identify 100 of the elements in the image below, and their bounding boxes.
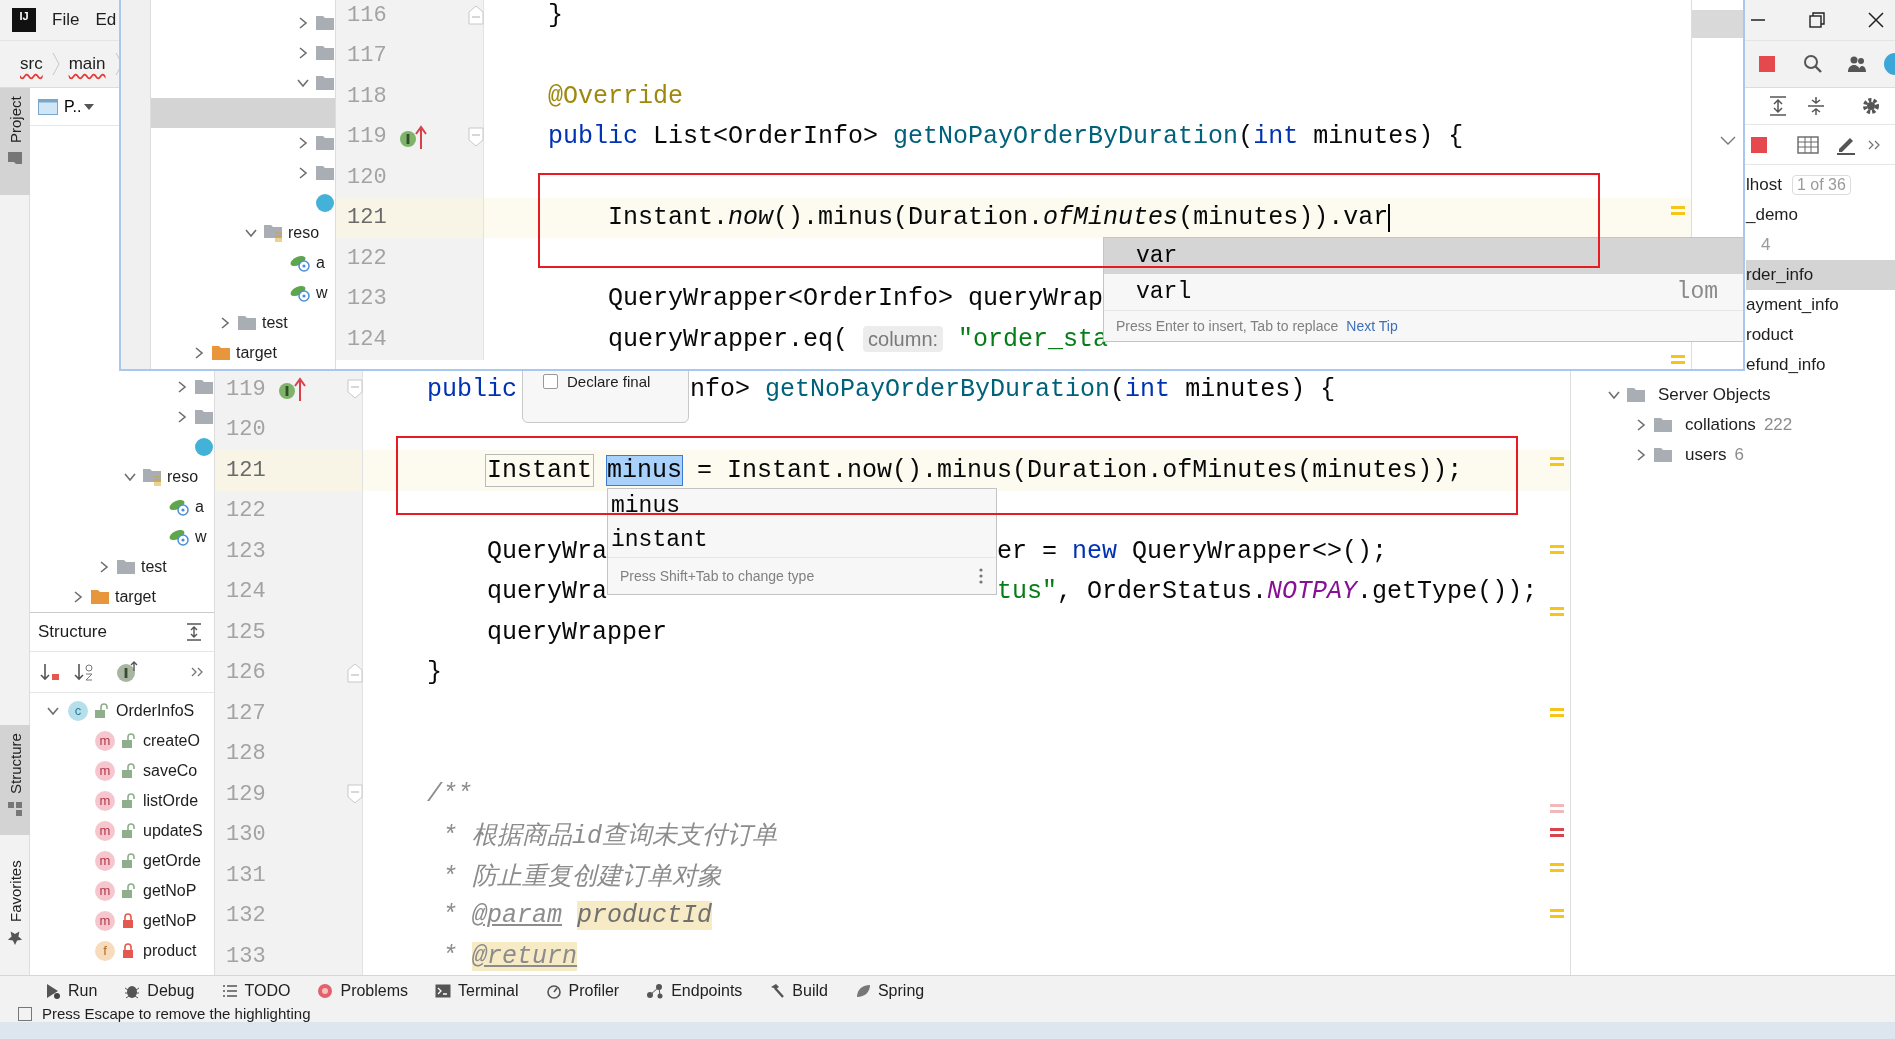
tree-label: collations (1685, 415, 1756, 435)
folder-icon (116, 559, 136, 575)
fold-marker-icon[interactable] (347, 662, 363, 683)
inherited-icon[interactable] (116, 661, 138, 683)
folder-icon (315, 135, 335, 151)
folder-icon (7, 150, 23, 165)
tree-row[interactable]: test (151, 308, 335, 338)
tool-window-tab[interactable]: Structure (0, 725, 30, 835)
tree-label: ayment_info (1746, 295, 1839, 315)
tool-window-button[interactable]: Debug (124, 981, 195, 1000)
breadcrumb[interactable]: src (20, 54, 43, 74)
chevron-down-icon[interactable] (1720, 136, 1736, 146)
item-source: lom (1676, 279, 1719, 305)
sort-visibility-icon[interactable] (40, 662, 60, 682)
tree-row[interactable]: m createO (30, 726, 214, 756)
tree-row[interactable]: m saveCo (30, 756, 214, 786)
table-icon[interactable] (1797, 135, 1819, 154)
line-number: 132 (226, 903, 267, 929)
fold-marker-icon[interactable] (347, 379, 363, 399)
tree-row[interactable]: collations 222 (1571, 410, 1895, 440)
search-icon[interactable] (1803, 54, 1823, 74)
code-text: @Override (548, 81, 684, 111)
next-tip-link[interactable]: Next Tip (1346, 318, 1398, 334)
tree-row[interactable]: m getNoP (30, 906, 214, 936)
view-dropdown[interactable]: P.. (64, 97, 94, 116)
completion-item[interactable]: var (1104, 238, 1743, 274)
tree-row[interactable]: users 6 (1571, 440, 1895, 470)
people-icon[interactable] (1847, 54, 1867, 74)
tree-label: listOrde (143, 792, 199, 810)
tool-window-button[interactable]: TODO (221, 981, 291, 1000)
tree-row[interactable]: roduct (1746, 320, 1895, 350)
tree-row[interactable]: a (30, 492, 214, 522)
more-vertical-icon[interactable] (978, 567, 984, 585)
tree-label: target (236, 344, 277, 362)
tree-row[interactable]: reso (151, 218, 335, 248)
tree-row[interactable]: target (30, 582, 214, 612)
tool-window-button[interactable]: Build (769, 981, 828, 1000)
expand-all-icon[interactable] (1807, 96, 1825, 116)
tool-window-button[interactable]: Run (45, 981, 98, 1000)
tool-window-button[interactable]: Terminal (435, 981, 519, 1000)
tool-window-button[interactable]: Problems (317, 981, 409, 1000)
completion-item[interactable]: minus (608, 489, 996, 523)
tree-row[interactable]: reso (30, 462, 214, 492)
status-toggle-icon[interactable] (18, 1006, 32, 1021)
completion-item[interactable]: instant (608, 523, 996, 557)
tool-window-button[interactable]: Profiler (545, 981, 620, 1000)
tree-row[interactable]: w (30, 522, 214, 552)
tree-row[interactable]: w (151, 278, 335, 308)
restore-icon[interactable] (1809, 12, 1825, 28)
tree-row[interactable]: f product (30, 936, 214, 966)
folder-icon (211, 345, 231, 361)
popup-hint: Press Shift+Tab to change type (620, 568, 815, 584)
popup-hint: Press Enter to insert, Tab to replace (1116, 318, 1339, 334)
tree-row[interactable]: m getNoP (30, 876, 214, 906)
leaf-gear-icon (168, 497, 190, 517)
checkbox[interactable] (543, 374, 558, 389)
tree-row[interactable]: test (30, 552, 214, 582)
sort-alpha-icon[interactable] (74, 662, 94, 682)
line-number: 124 (226, 579, 267, 605)
close-icon[interactable] (1868, 12, 1884, 28)
tree-label: rder_info (1746, 265, 1814, 285)
tree-row[interactable]: c OrderInfoS (30, 696, 214, 726)
collapse-icon[interactable] (186, 623, 202, 641)
stop-icon[interactable] (1751, 136, 1767, 153)
tool-window-tab[interactable]: Project (0, 88, 30, 195)
tree-row[interactable]: m listOrde (30, 786, 214, 816)
tree-row[interactable]: ayment_info (1746, 290, 1895, 320)
fold-marker-icon[interactable] (468, 5, 484, 25)
completion-item[interactable]: varl lom (1104, 274, 1743, 310)
tree-row[interactable]: m getOrde (30, 846, 214, 876)
breadcrumb[interactable]: main (68, 54, 106, 74)
menu-item[interactable]: File (52, 10, 80, 30)
collapse-all-icon[interactable] (1769, 96, 1787, 116)
plugin-icon[interactable] (1883, 53, 1895, 75)
tree-row[interactable]: m updateS (30, 816, 214, 846)
code-text: } (548, 0, 563, 30)
folder-icon (194, 409, 214, 425)
tree-row[interactable]: a (151, 248, 335, 278)
tree-row[interactable]: lhost 1 of 36 (1746, 170, 1895, 200)
fold-marker-icon[interactable] (468, 126, 484, 147)
fold-marker-icon[interactable] (347, 784, 363, 804)
tree-row[interactable]: _demo (1746, 200, 1895, 230)
tree-row[interactable]: target (151, 338, 335, 368)
more-icon[interactable] (190, 666, 204, 678)
tool-window-tab[interactable]: Favorites (0, 852, 30, 955)
tool-window-button[interactable]: Spring (854, 981, 925, 1000)
settings-icon[interactable] (1861, 96, 1881, 116)
tree-label: target (115, 588, 156, 606)
tree-label: product (143, 942, 197, 960)
tool-window-button[interactable]: Endpoints (646, 981, 743, 1000)
tree-row[interactable]: Server Objects (1571, 380, 1895, 410)
tree-row[interactable]: rder_info (1746, 260, 1895, 290)
tree-label: w (195, 528, 207, 546)
leaf-gear-icon (289, 253, 311, 273)
more-icon[interactable] (1867, 138, 1881, 151)
code-text: Instant.now().minus(Duration.ofMinutes(minutes)).var (608, 203, 1389, 233)
tree-label: reso (288, 224, 320, 242)
tree-row[interactable]: efund_info (1746, 350, 1895, 380)
leaf-icon (854, 982, 871, 999)
menu-item[interactable]: Ed (95, 10, 117, 30)
